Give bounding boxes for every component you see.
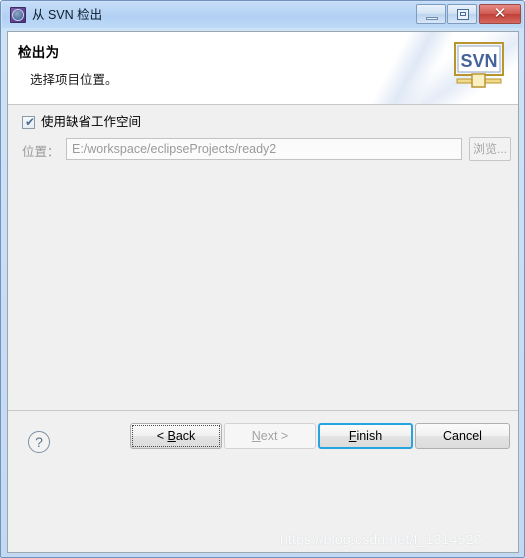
use-default-workspace-label: 使用缺省工作空间 <box>41 115 142 129</box>
focus-ring <box>132 425 220 447</box>
maximize-icon <box>457 9 469 20</box>
svn-logo-icon: SVN <box>454 42 504 88</box>
dialog-client-area: 检出为 选择项目位置。 SVN ✔ 使用缺省工作空间 位置： E:/worksp… <box>7 31 519 553</box>
svg-text:SVN: SVN <box>460 51 497 71</box>
location-input[interactable]: E:/workspace/eclipseProjects/ready2 <box>66 138 462 160</box>
minimize-button[interactable] <box>416 4 446 24</box>
close-button[interactable]: ✕ <box>479 4 521 24</box>
minimize-icon <box>426 17 438 20</box>
wizard-header: 检出为 选择项目位置。 SVN <box>8 32 518 105</box>
finish-button[interactable]: Finish <box>318 423 413 449</box>
finish-button-suffix: inish <box>356 429 383 443</box>
close-icon: ✕ <box>493 5 507 22</box>
window-title: 从 SVN 检出 <box>32 8 103 22</box>
next-button-suffix: ext > <box>260 429 289 443</box>
help-icon[interactable]: ? <box>28 431 50 453</box>
next-button[interactable]: Next > <box>224 423 316 449</box>
next-button-mnemonic: N <box>251 429 261 443</box>
cancel-button[interactable]: Cancel <box>415 423 510 449</box>
title-bar[interactable]: 从 SVN 检出 ✕ <box>2 2 523 28</box>
browse-button[interactable]: 浏览... <box>469 137 511 161</box>
page-title: 检出为 <box>18 45 60 60</box>
use-default-workspace-checkbox[interactable]: ✔ <box>22 116 35 129</box>
checkmark-icon: ✔ <box>25 115 36 129</box>
location-label: 位置： <box>22 145 60 159</box>
wizard-page-body: ✔ 使用缺省工作空间 位置： E:/workspace/eclipseProje… <box>8 105 518 482</box>
maximize-button[interactable] <box>447 4 477 24</box>
dialog-window: 从 SVN 检出 ✕ 检出为 选择项目位置。 SVN ✔ 使用缺省工作空间 位置… <box>0 0 525 558</box>
svn-app-icon <box>10 7 26 23</box>
back-button[interactable]: < Back <box>130 423 222 449</box>
button-bar: ? < Back Next > Finish Cancel <box>8 410 518 482</box>
page-subtitle: 选择项目位置。 <box>30 73 118 87</box>
